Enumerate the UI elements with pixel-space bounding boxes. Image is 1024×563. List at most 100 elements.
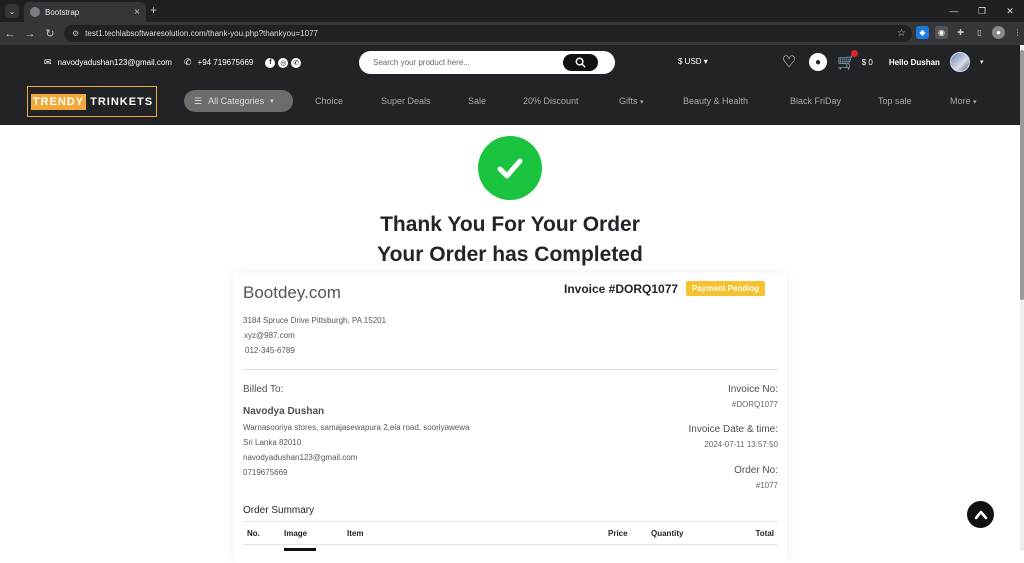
tab-title: Bootstrap <box>45 7 80 17</box>
tab-search-chevron-icon[interactable]: ⌄ <box>5 4 19 18</box>
avatar[interactable] <box>949 52 970 72</box>
site-info-icon[interactable]: ⚙ <box>72 29 79 38</box>
billed-to-label: Billed To: <box>243 384 284 395</box>
account-icon[interactable]: ● <box>809 53 827 71</box>
mail-icon: ✉ <box>44 57 52 67</box>
thank-you-heading: Thank You For Your Order <box>380 213 640 236</box>
nav-discount[interactable]: 20% Discount <box>523 96 579 106</box>
site-header: ✉ navodyadushan123@gmail.com ✆ +94 71967… <box>0 45 1020 125</box>
puzzle-extensions-icon[interactable]: ✚ <box>954 26 967 39</box>
all-categories-button[interactable]: ☰ All Categories ▾ <box>184 90 293 112</box>
search-input[interactable] <box>373 58 563 67</box>
menu-icon: ☰ <box>194 95 203 106</box>
order-no-label: Order No: <box>734 465 778 476</box>
header-actions: ♡ ● 🛒 $ 0 Hello Dushan ▾ <box>779 50 984 72</box>
column-header-image: Image <box>284 529 308 538</box>
checkmark-icon <box>497 158 523 179</box>
invoice-no-label: Invoice No: <box>727 384 778 395</box>
cart-badge <box>851 50 858 57</box>
column-header-no: No. <box>247 529 260 538</box>
nav-more-label: More <box>950 96 971 106</box>
nav-super-deals[interactable]: Super Deals <box>381 96 431 106</box>
order-completed-heading: Your Order has Completed <box>377 243 643 266</box>
customer-phone: 0719675669 <box>243 468 288 477</box>
logo-text-trendy: TRENDY <box>30 93 87 110</box>
header-email: navodyadushan123@gmail.com <box>57 58 172 67</box>
restore-icon[interactable]: ❐ <box>968 0 996 22</box>
nav-top-sale[interactable]: Top sale <box>878 96 912 106</box>
nav-more[interactable]: More ▾ <box>950 96 977 106</box>
browser-toolbar: ← → ↻ ⚙ test1.techlabsoftwaresolution.co… <box>0 22 1024 45</box>
chevron-down-icon: ▾ <box>270 98 274 105</box>
customer-country: Sri Lanka 82010 <box>243 438 302 447</box>
site-logo[interactable]: TRENDY TRINKETS <box>27 86 157 117</box>
extension-icon[interactable]: ◆ <box>916 26 929 39</box>
order-summary-title: Order Summary <box>243 505 315 516</box>
cart-icon[interactable]: 🛒 <box>837 50 858 71</box>
profile-icon[interactable]: ● <box>992 26 1005 39</box>
company-name: Bootdey.com <box>243 283 341 302</box>
extensions-area: ◆ ◉ ✚ ▯ ● ⋮ <box>916 26 1024 39</box>
phone-icon: ✆ <box>183 57 192 67</box>
column-header-item: Item <box>347 529 364 538</box>
chevron-down-icon: ▾ <box>703 57 708 66</box>
nav-beauty-health[interactable]: Beauty & Health <box>683 96 748 106</box>
chevron-up-icon <box>974 510 987 519</box>
invoice-title: Invoice #DORQ1077 <box>564 282 679 296</box>
globe-icon <box>30 7 40 17</box>
customer-name: Navodya Dushan <box>243 406 325 417</box>
all-categories-label: All Categories <box>208 96 265 106</box>
column-header-total: Total <box>755 529 774 538</box>
social-links: f ◎ ✆ <box>265 57 302 68</box>
url-text: test1.techlabsoftwaresolution.com/thank-… <box>85 29 318 38</box>
user-greeting[interactable]: Hello Dushan <box>889 58 940 67</box>
browser-menu-icon[interactable]: ⋮ <box>1011 26 1024 39</box>
order-table-header: No. Image Item Price Quantity Total <box>243 521 778 545</box>
bookmark-star-icon[interactable]: ☆ <box>897 28 906 39</box>
back-to-top-button[interactable] <box>967 501 994 528</box>
instagram-icon[interactable]: ◎ <box>278 57 289 68</box>
sidebar-icon[interactable]: ▯ <box>973 26 986 39</box>
nav-gifts-label: Gifts <box>619 96 638 106</box>
search-icon <box>575 57 586 68</box>
back-icon[interactable]: ← <box>0 28 20 40</box>
close-tab-icon[interactable]: × <box>134 7 140 18</box>
customer-address: Warnasooriya stores, samajasewapura 2,el… <box>243 423 470 432</box>
search-bar <box>359 51 615 74</box>
facebook-icon[interactable]: f <box>265 57 276 68</box>
company-address: 3184 Spruce Drive Pittsburgh, PA 15201 <box>243 316 387 325</box>
forward-icon[interactable]: → <box>20 28 40 40</box>
camera-extension-icon[interactable]: ◉ <box>935 26 948 39</box>
contact-info: ✉ navodyadushan123@gmail.com ✆ +94 71967… <box>44 57 302 68</box>
order-no-value: #1077 <box>755 481 778 490</box>
wishlist-heart-icon[interactable]: ♡ <box>779 52 799 72</box>
logo-text-trinkets: TRINKETS <box>90 95 154 108</box>
invoice-date-value: 2024-07-11 13:57:50 <box>704 440 778 449</box>
address-bar[interactable]: ⚙ test1.techlabsoftwaresolution.com/than… <box>64 25 912 42</box>
customer-email: navodyadushan123@gmail.com <box>243 453 358 462</box>
search-button[interactable] <box>563 54 598 71</box>
chevron-down-icon: ▾ <box>973 99 977 106</box>
user-menu-chevron-icon[interactable]: ▾ <box>980 58 984 66</box>
close-window-icon[interactable]: ✕ <box>996 0 1024 22</box>
cart-total: $ 0 <box>861 57 873 67</box>
nav-gifts[interactable]: Gifts ▾ <box>619 96 644 106</box>
scrollbar-thumb[interactable] <box>1020 50 1024 300</box>
company-email: xyz@987.com <box>244 331 295 340</box>
currency-label: $ USD <box>678 57 702 66</box>
browser-tabstrip: ⌄ Bootstrap × + — ❐ ✕ <box>0 0 1024 22</box>
success-check-icon <box>478 136 542 200</box>
nav-black-friday[interactable]: Black FriDay <box>790 96 841 106</box>
nav-sale[interactable]: Sale <box>468 96 486 106</box>
currency-selector[interactable]: $ USD ▾ <box>678 57 708 66</box>
chevron-down-icon: ▾ <box>640 99 644 106</box>
browser-tab[interactable]: Bootstrap × <box>24 2 146 22</box>
divider <box>243 369 778 370</box>
minimize-icon[interactable]: — <box>940 0 968 22</box>
nav-choice[interactable]: Choice <box>315 96 343 106</box>
reload-icon[interactable]: ↻ <box>40 27 60 40</box>
whatsapp-icon[interactable]: ✆ <box>291 57 302 68</box>
invoice-date-label: Invoice Date & time: <box>688 424 778 435</box>
new-tab-icon[interactable]: + <box>150 3 157 17</box>
header-phone: +94 719675669 <box>197 58 254 67</box>
